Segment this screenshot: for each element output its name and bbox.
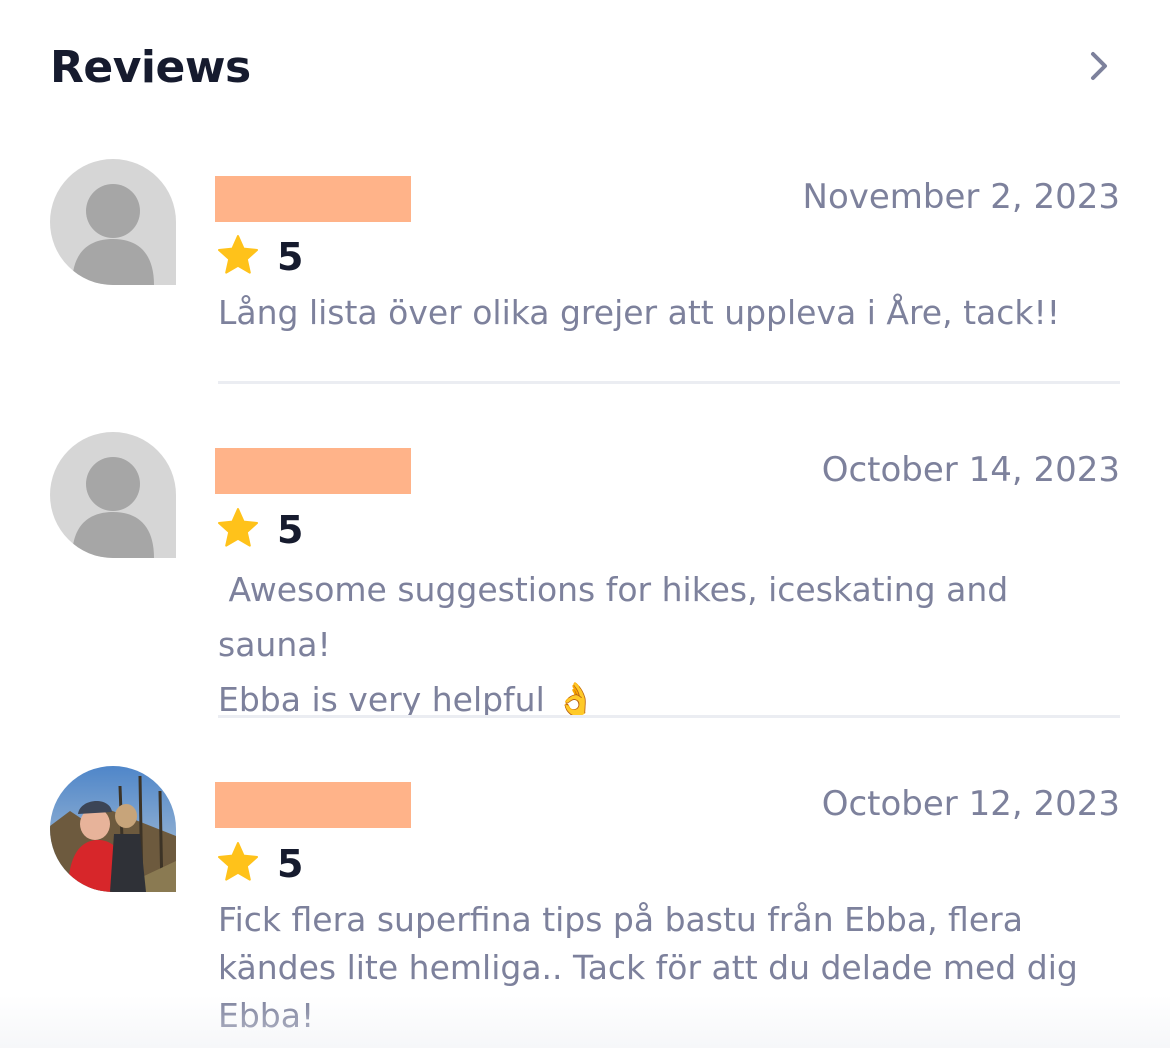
divider xyxy=(218,715,1120,718)
section-title: Reviews xyxy=(50,42,251,93)
user-photo-avatar[interactable] xyxy=(50,766,176,892)
review-item: October 14, 2023 5 Awesome suggestions f… xyxy=(50,432,1120,722)
review-item: October 12, 2023 5 Fick flera superfina … xyxy=(50,766,1120,1048)
reviewer-name-redacted xyxy=(215,448,411,494)
reviewer-name-redacted xyxy=(215,782,411,828)
review-text: Fick flera superfina tips på bastu från … xyxy=(218,900,1078,1035)
review-text: Lång lista över olika grejer att uppleva… xyxy=(218,293,1060,332)
default-avatar-icon[interactable] xyxy=(50,432,176,558)
reviews-header: Reviews xyxy=(50,38,1120,98)
star-icon xyxy=(218,235,258,274)
review-date: November 2, 2023 xyxy=(802,177,1120,217)
divider xyxy=(218,381,1120,384)
review-item: November 2, 2023 5 Lång lista över olika… xyxy=(50,159,1120,389)
rating-value: 5 xyxy=(277,842,304,886)
rating-value: 5 xyxy=(277,508,304,552)
star-icon xyxy=(218,842,258,881)
reviewer-name-redacted xyxy=(215,176,411,222)
default-avatar-icon[interactable] xyxy=(50,159,176,285)
reviews-page: Reviews November 2, 2023 5 Lång lista öv… xyxy=(0,0,1170,1048)
rating-value: 5 xyxy=(277,235,304,279)
review-text: Awesome suggestions for hikes, iceskatin… xyxy=(218,570,1009,719)
star-icon xyxy=(218,508,258,547)
review-date: October 12, 2023 xyxy=(821,784,1120,824)
review-date: October 14, 2023 xyxy=(821,450,1120,490)
chevron-right-icon[interactable] xyxy=(1078,46,1118,86)
